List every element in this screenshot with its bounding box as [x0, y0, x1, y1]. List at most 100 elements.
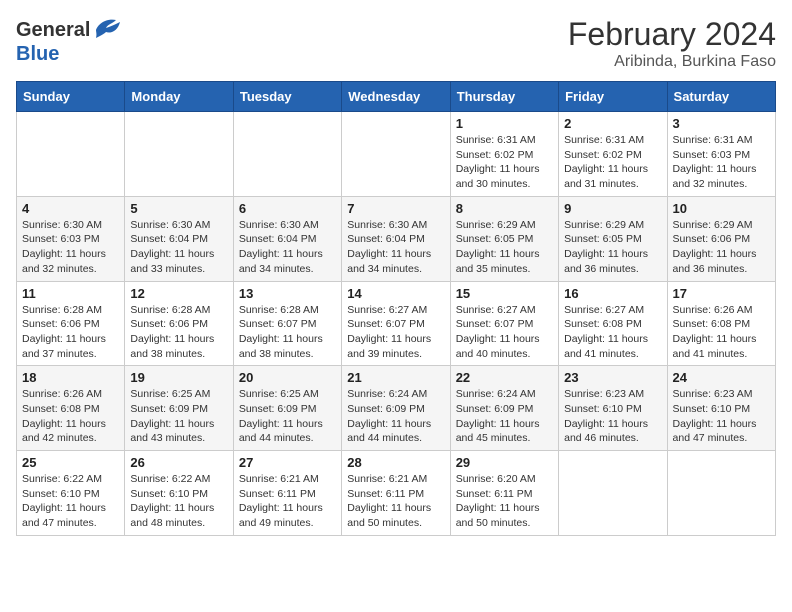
day-info: Sunrise: 6:21 AM Sunset: 6:11 PM Dayligh…	[239, 472, 336, 531]
day-number: 29	[456, 455, 553, 470]
location: Aribinda, Burkina Faso	[568, 53, 776, 71]
day-info: Sunrise: 6:29 AM Sunset: 6:05 PM Dayligh…	[456, 218, 553, 277]
day-cell	[233, 112, 341, 197]
logo-general: General	[16, 20, 90, 40]
day-number: 24	[673, 370, 770, 385]
week-row-2: 4 Sunrise: 6:30 AM Sunset: 6:03 PM Daylig…	[17, 196, 776, 281]
day-cell: 3 Sunrise: 6:31 AM Sunset: 6:03 PM Daylig…	[667, 112, 775, 197]
week-row-5: 25 Sunrise: 6:22 AM Sunset: 6:10 PM Dayli…	[17, 451, 776, 536]
weekday-header-row: SundayMondayTuesdayWednesdayThursdayFrid…	[17, 82, 776, 112]
day-info: Sunrise: 6:28 AM Sunset: 6:06 PM Dayligh…	[130, 303, 227, 362]
day-cell: 11 Sunrise: 6:28 AM Sunset: 6:06 PM Dayli…	[17, 281, 125, 366]
day-cell	[667, 451, 775, 536]
day-number: 5	[130, 201, 227, 216]
week-row-4: 18 Sunrise: 6:26 AM Sunset: 6:08 PM Dayli…	[17, 366, 776, 451]
day-number: 19	[130, 370, 227, 385]
day-cell: 19 Sunrise: 6:25 AM Sunset: 6:09 PM Dayli…	[125, 366, 233, 451]
day-cell	[125, 112, 233, 197]
day-info: Sunrise: 6:29 AM Sunset: 6:05 PM Dayligh…	[564, 218, 661, 277]
week-row-3: 11 Sunrise: 6:28 AM Sunset: 6:06 PM Dayli…	[17, 281, 776, 366]
day-number: 10	[673, 201, 770, 216]
day-cell: 15 Sunrise: 6:27 AM Sunset: 6:07 PM Dayli…	[450, 281, 558, 366]
day-cell: 14 Sunrise: 6:27 AM Sunset: 6:07 PM Dayli…	[342, 281, 450, 366]
day-info: Sunrise: 6:22 AM Sunset: 6:10 PM Dayligh…	[130, 472, 227, 531]
day-info: Sunrise: 6:27 AM Sunset: 6:08 PM Dayligh…	[564, 303, 661, 362]
day-number: 28	[347, 455, 444, 470]
day-number: 20	[239, 370, 336, 385]
day-cell: 16 Sunrise: 6:27 AM Sunset: 6:08 PM Dayli…	[559, 281, 667, 366]
month-year: February 2024	[568, 16, 776, 53]
day-number: 14	[347, 286, 444, 301]
day-cell: 29 Sunrise: 6:20 AM Sunset: 6:11 PM Dayli…	[450, 451, 558, 536]
day-number: 12	[130, 286, 227, 301]
day-number: 8	[456, 201, 553, 216]
week-row-1: 1 Sunrise: 6:31 AM Sunset: 6:02 PM Daylig…	[17, 112, 776, 197]
day-cell	[17, 112, 125, 197]
day-info: Sunrise: 6:31 AM Sunset: 6:03 PM Dayligh…	[673, 133, 770, 192]
day-cell: 25 Sunrise: 6:22 AM Sunset: 6:10 PM Dayli…	[17, 451, 125, 536]
logo: General Blue	[16, 16, 120, 65]
day-info: Sunrise: 6:31 AM Sunset: 6:02 PM Dayligh…	[456, 133, 553, 192]
day-number: 21	[347, 370, 444, 385]
day-cell: 6Sunrise: 6:30 AM Sunset: 6:04 PM Daylig…	[233, 196, 341, 281]
day-info: Sunrise: 6:31 AM Sunset: 6:02 PM Dayligh…	[564, 133, 661, 192]
day-cell: 28 Sunrise: 6:21 AM Sunset: 6:11 PM Dayli…	[342, 451, 450, 536]
day-number: 27	[239, 455, 336, 470]
day-number: 18	[22, 370, 119, 385]
day-cell: 24 Sunrise: 6:23 AM Sunset: 6:10 PM Dayli…	[667, 366, 775, 451]
weekday-header-friday: Friday	[559, 82, 667, 112]
day-number: 9	[564, 201, 661, 216]
day-number: 3	[673, 116, 770, 131]
day-cell	[559, 451, 667, 536]
day-cell: 2 Sunrise: 6:31 AM Sunset: 6:02 PM Daylig…	[559, 112, 667, 197]
day-cell: 12 Sunrise: 6:28 AM Sunset: 6:06 PM Dayli…	[125, 281, 233, 366]
day-number: 26	[130, 455, 227, 470]
day-cell: 21 Sunrise: 6:24 AM Sunset: 6:09 PM Dayli…	[342, 366, 450, 451]
day-info: Sunrise: 6:25 AM Sunset: 6:09 PM Dayligh…	[130, 387, 227, 446]
day-info: Sunrise: 6:29 AM Sunset: 6:06 PM Dayligh…	[673, 218, 770, 277]
day-info: Sunrise: 6:24 AM Sunset: 6:09 PM Dayligh…	[456, 387, 553, 446]
day-info: Sunrise: 6:28 AM Sunset: 6:06 PM Dayligh…	[22, 303, 119, 362]
day-number: 6	[239, 201, 336, 216]
day-info: Sunrise: 6:30 AM Sunset: 6:03 PM Dayligh…	[22, 218, 119, 277]
weekday-header-monday: Monday	[125, 82, 233, 112]
day-number: 2	[564, 116, 661, 131]
day-info: Sunrise: 6:20 AM Sunset: 6:11 PM Dayligh…	[456, 472, 553, 531]
day-info: Sunrise: 6:30 AM Sunset: 6:04 PM Dayligh…	[347, 218, 444, 277]
day-info: Sunrise: 6:24 AM Sunset: 6:09 PM Dayligh…	[347, 387, 444, 446]
logo-bird-icon	[92, 16, 120, 44]
day-number: 16	[564, 286, 661, 301]
day-cell: 23 Sunrise: 6:23 AM Sunset: 6:10 PM Dayli…	[559, 366, 667, 451]
day-info: Sunrise: 6:23 AM Sunset: 6:10 PM Dayligh…	[564, 387, 661, 446]
day-number: 25	[22, 455, 119, 470]
day-info: Sunrise: 6:21 AM Sunset: 6:11 PM Dayligh…	[347, 472, 444, 531]
day-number: 15	[456, 286, 553, 301]
day-info: Sunrise: 6:25 AM Sunset: 6:09 PM Dayligh…	[239, 387, 336, 446]
day-number: 1	[456, 116, 553, 131]
day-cell: 8 Sunrise: 6:29 AM Sunset: 6:05 PM Daylig…	[450, 196, 558, 281]
day-number: 4	[22, 201, 119, 216]
day-info: Sunrise: 6:27 AM Sunset: 6:07 PM Dayligh…	[456, 303, 553, 362]
weekday-header-wednesday: Wednesday	[342, 82, 450, 112]
day-info: Sunrise: 6:27 AM Sunset: 6:07 PM Dayligh…	[347, 303, 444, 362]
day-number: 13	[239, 286, 336, 301]
day-cell	[342, 112, 450, 197]
day-cell: 4 Sunrise: 6:30 AM Sunset: 6:03 PM Daylig…	[17, 196, 125, 281]
calendar: SundayMondayTuesdayWednesdayThursdayFrid…	[16, 81, 776, 536]
day-number: 22	[456, 370, 553, 385]
day-info: Sunrise: 6:23 AM Sunset: 6:10 PM Dayligh…	[673, 387, 770, 446]
day-cell: 27 Sunrise: 6:21 AM Sunset: 6:11 PM Dayli…	[233, 451, 341, 536]
day-number: 17	[673, 286, 770, 301]
day-cell: 20 Sunrise: 6:25 AM Sunset: 6:09 PM Dayli…	[233, 366, 341, 451]
day-info: Sunrise: 6:22 AM Sunset: 6:10 PM Dayligh…	[22, 472, 119, 531]
header: General Blue February 2024 Aribinda, Bur…	[16, 16, 776, 71]
weekday-header-saturday: Saturday	[667, 82, 775, 112]
day-cell: 5Sunrise: 6:30 AM Sunset: 6:04 PM Daylig…	[125, 196, 233, 281]
day-info: Sunrise: 6:26 AM Sunset: 6:08 PM Dayligh…	[22, 387, 119, 446]
day-cell: 18 Sunrise: 6:26 AM Sunset: 6:08 PM Dayli…	[17, 366, 125, 451]
logo-blue: Blue	[16, 43, 59, 65]
day-number: 11	[22, 286, 119, 301]
weekday-header-thursday: Thursday	[450, 82, 558, 112]
weekday-header-sunday: Sunday	[17, 82, 125, 112]
day-number: 23	[564, 370, 661, 385]
